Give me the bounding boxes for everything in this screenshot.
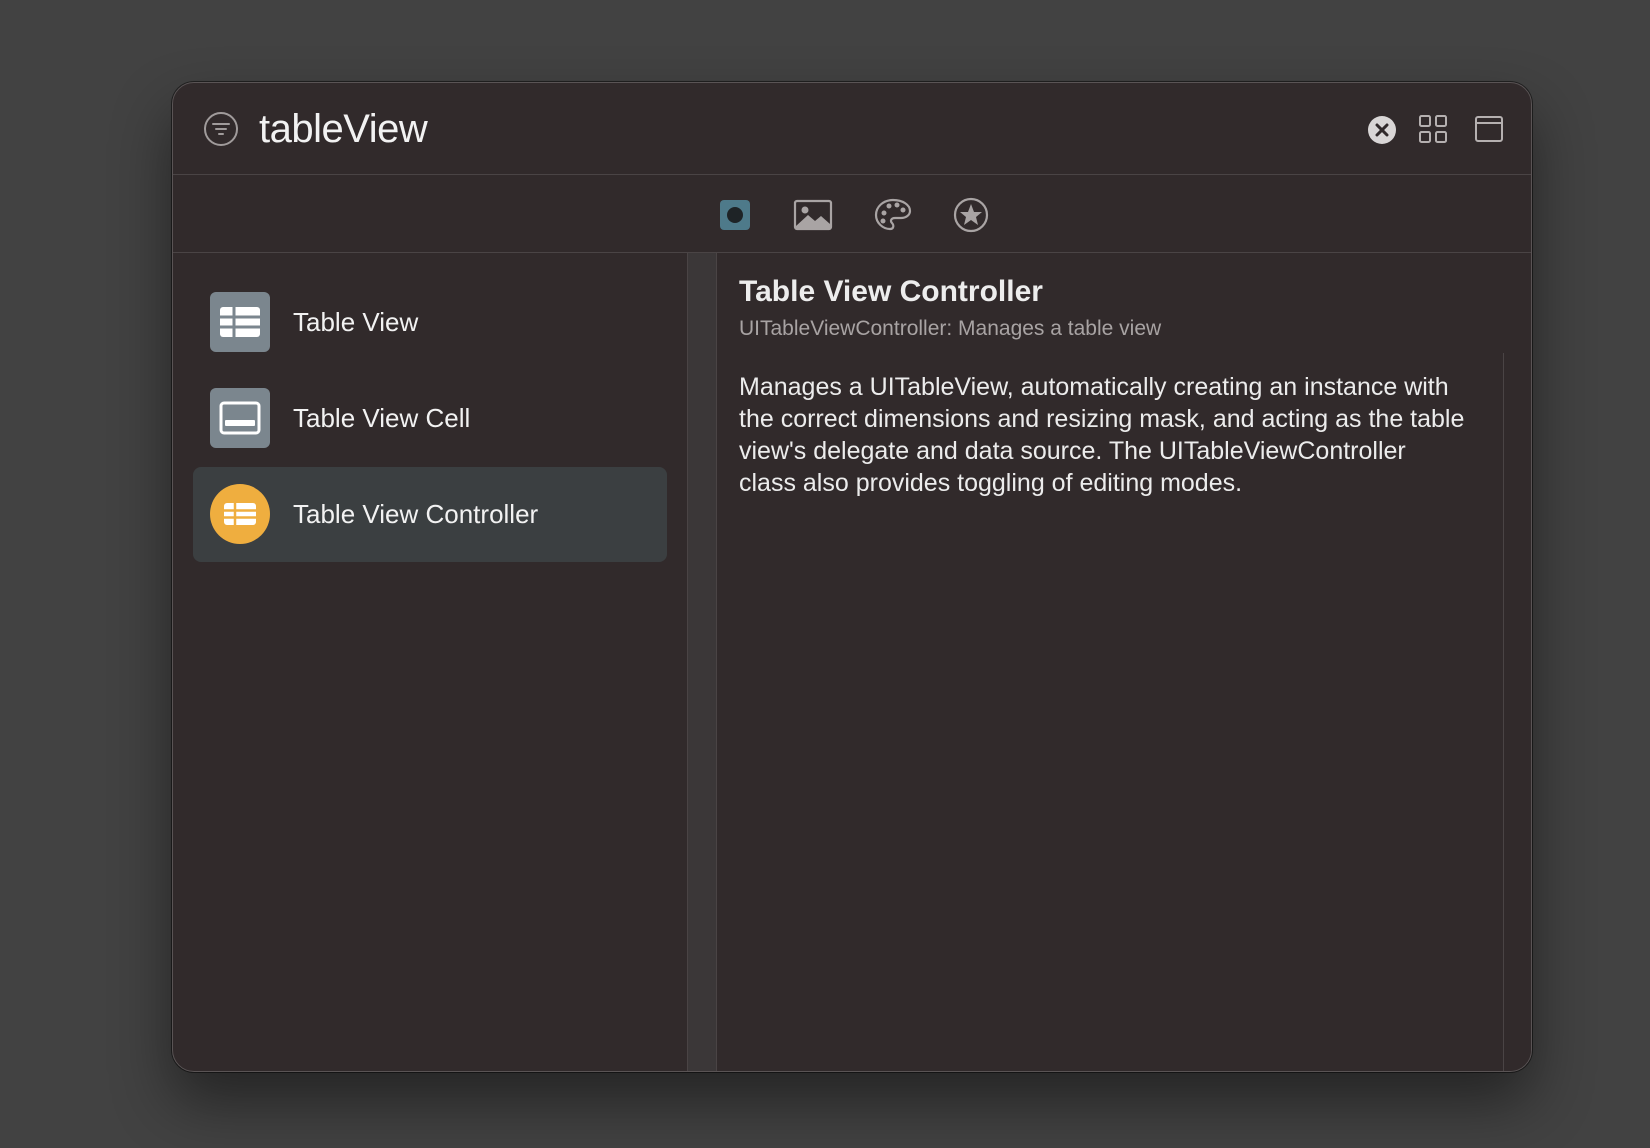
list-item-label: Table View (293, 307, 419, 337)
image-icon[interactable] (793, 195, 833, 235)
table-view-cell-icon (210, 388, 270, 448)
list-item-table-view[interactable]: Table View (193, 275, 667, 370)
library-item-list: Table View Table View Cell Table View Co… (173, 253, 687, 1071)
detail-scrollbar[interactable] (1503, 353, 1531, 1071)
list-item-table-view-controller[interactable]: Table View Controller (193, 467, 667, 562)
detail-subtitle: UITableViewController: Manages a table v… (739, 317, 1162, 340)
filter-icon[interactable] (203, 111, 239, 147)
palette-icon[interactable] (873, 195, 913, 235)
grid-view-icon[interactable] (1417, 113, 1449, 145)
detail-pane-icon[interactable] (1473, 113, 1505, 145)
detail-pane: Table View Controller UITableViewControl… (717, 253, 1531, 1071)
search-bar: tableView (173, 83, 1531, 175)
table-view-controller-icon (210, 484, 270, 544)
detail-header: Table View Controller UITableViewControl… (717, 253, 1531, 353)
detail-description: Manages a UITableView, automatically cre… (739, 373, 1465, 497)
list-item-table-view-cell[interactable]: Table View Cell (193, 371, 667, 466)
star-icon[interactable] (951, 195, 991, 235)
pane-divider[interactable] (687, 253, 717, 1071)
list-item-label: Table View Cell (293, 403, 471, 433)
library-tab-bar (173, 175, 1531, 253)
objects-icon[interactable] (715, 195, 755, 235)
library-window: tableView Table View Table View Cell Tab… (172, 82, 1532, 1072)
search-input[interactable]: tableView (259, 101, 428, 157)
clear-search-icon[interactable] (1367, 115, 1397, 145)
table-view-icon (210, 292, 270, 352)
detail-title: Table View Controller (739, 275, 1043, 308)
list-item-label: Table View Controller (293, 499, 539, 529)
